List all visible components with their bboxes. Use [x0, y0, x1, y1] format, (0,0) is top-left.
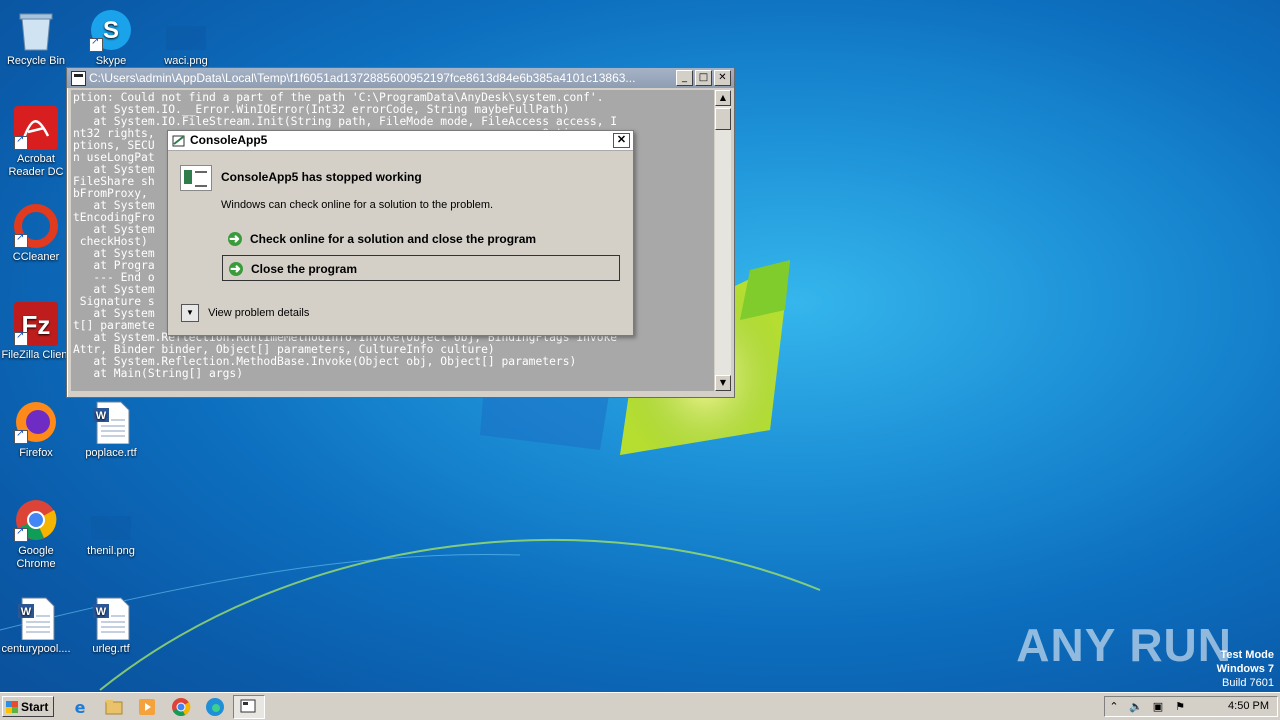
dialog-title: ConsoleApp5 — [190, 133, 268, 147]
dialog-heading: ConsoleApp5 has stopped working — [221, 170, 422, 184]
dialog-title-bar[interactable]: ConsoleApp5 ✕ — [168, 131, 633, 151]
network-icon[interactable]: ▣ — [1151, 700, 1165, 713]
test-mode-text: Test Mode Windows 7 Build 7601 — [1217, 648, 1274, 690]
taskbar-console-button[interactable] — [233, 695, 265, 719]
svg-text:W: W — [21, 606, 32, 618]
close-program-label: Close the program — [251, 262, 358, 276]
chrome-icon[interactable] — [171, 697, 191, 717]
minimize-button[interactable]: _ — [676, 70, 693, 86]
view-details-toggle[interactable]: ▼ View problem details — [181, 304, 309, 322]
word-doc-icon: W — [89, 596, 133, 641]
anyrun-watermark: ANY RUN — [1016, 619, 1232, 671]
desktop-icon-ccleaner[interactable]: CCleaner — [0, 204, 74, 264]
desktop-icon-label: Acrobat Reader DC — [8, 153, 64, 178]
recycle-bin-icon — [14, 8, 58, 52]
desktop-icon-centurypool[interactable]: W centurypool.... — [0, 596, 74, 656]
ccleaner-icon — [14, 204, 58, 248]
start-label: Start — [21, 700, 49, 714]
scroll-thumb[interactable] — [715, 108, 731, 130]
acrobat-icon — [14, 106, 58, 150]
maximize-button[interactable]: □ — [695, 70, 712, 86]
edge-icon[interactable] — [205, 697, 225, 717]
volume-icon[interactable]: 🔈 — [1129, 700, 1143, 713]
desktop-icon-poplace[interactable]: W poplace.rtf — [73, 400, 149, 460]
system-tray: ⌃ 🔈 ▣ ⚑ 4:50 PM — [1104, 696, 1278, 717]
test-mode-line1: Test Mode — [1220, 649, 1274, 661]
check-online-button[interactable]: Check online for a solution and close th… — [222, 226, 620, 252]
ie-icon[interactable]: e — [70, 697, 90, 717]
taskbar: Start e ⌃ 🔈 ▣ ⚑ 4:50 PM — [0, 692, 1280, 720]
svg-text:e: e — [75, 698, 86, 717]
show-hidden-icons-icon[interactable]: ⌃ — [1107, 700, 1121, 713]
desktop-icon-recycle-bin[interactable]: Recycle Bin — [0, 8, 74, 68]
desktop-icon-label: poplace.rtf — [85, 447, 137, 459]
image-file-icon — [89, 498, 133, 542]
test-mode-line3: Build 7601 — [1222, 677, 1274, 689]
view-details-label: View problem details — [208, 306, 310, 319]
dialog-subtext: Windows can check online for a solution … — [221, 199, 494, 211]
svg-text:S: S — [103, 17, 119, 44]
desktop-icon-label: urleg.rtf — [92, 643, 130, 655]
test-mode-line2: Windows 7 — [1216, 663, 1274, 675]
word-doc-icon: W — [14, 596, 58, 641]
desktop-icon-label: Google Chrome — [16, 545, 56, 570]
filezilla-icon: Fz — [14, 302, 58, 346]
clock[interactable]: 4:50 PM — [1228, 697, 1269, 716]
desktop-icon-label: Firefox — [19, 447, 53, 459]
svg-text:W: W — [96, 410, 107, 422]
start-button[interactable]: Start — [2, 696, 54, 717]
app-icon — [172, 135, 185, 147]
console-window-icon — [71, 71, 86, 86]
console-window-icon — [240, 699, 256, 713]
media-player-icon[interactable] — [137, 697, 157, 717]
desktop-icon-label: Recycle Bin — [6, 55, 66, 67]
action-center-flag-icon[interactable]: ⚑ — [1173, 700, 1187, 713]
explorer-icon[interactable] — [104, 697, 124, 717]
desktop-icon-label: thenil.png — [87, 545, 135, 557]
desktop-icon-label: centurypool.... — [1, 643, 71, 655]
green-arrow-icon — [228, 226, 242, 252]
desktop-icon-urleg[interactable]: W urleg.rtf — [73, 596, 149, 656]
desktop-icon-acrobat[interactable]: Acrobat Reader DC — [0, 106, 74, 179]
skype-icon: S — [89, 8, 133, 52]
desktop-icon-firefox[interactable]: Firefox — [0, 400, 74, 460]
word-doc-icon: W — [89, 400, 133, 445]
error-dialog[interactable]: ConsoleApp5 ✕ ConsoleApp5 has stopped wo… — [167, 130, 634, 336]
desktop-icon-chrome[interactable]: Google Chrome — [0, 498, 74, 571]
scroll-up-icon[interactable]: ▲ — [715, 90, 731, 106]
close-program-button[interactable]: Close the program — [222, 255, 620, 282]
desktop-icon-thenil[interactable]: thenil.png — [73, 498, 149, 558]
dialog-close-button[interactable]: ✕ — [613, 133, 630, 148]
check-online-label: Check online for a solution and close th… — [250, 232, 537, 246]
console-scrollbar[interactable]: ▲ ▼ — [715, 90, 731, 391]
chrome-icon — [14, 498, 58, 542]
image-file-icon — [164, 8, 208, 52]
close-button[interactable]: ✕ — [714, 70, 731, 86]
green-arrow-icon — [229, 256, 243, 282]
program-icon — [180, 165, 212, 191]
console-title-bar[interactable]: C:\Users\admin\AppData\Local\Temp\f1f605… — [67, 68, 734, 88]
desktop-icon-waci[interactable]: waci.png — [148, 8, 224, 68]
firefox-icon — [14, 400, 58, 444]
chevron-down-icon: ▼ — [181, 304, 199, 322]
scroll-down-icon[interactable]: ▼ — [715, 375, 731, 391]
desktop-icon-label: CCleaner — [12, 251, 60, 263]
desktop-icon-filezilla[interactable]: Fz FileZilla Client — [0, 302, 74, 362]
desktop-icon-skype[interactable]: S Skype — [73, 8, 149, 68]
desktop-icon-label: FileZilla Client — [1, 349, 71, 361]
console-title-text: C:\Users\admin\AppData\Local\Temp\f1f605… — [89, 71, 636, 85]
svg-text:W: W — [96, 606, 107, 618]
windows-flag-icon — [6, 701, 18, 713]
